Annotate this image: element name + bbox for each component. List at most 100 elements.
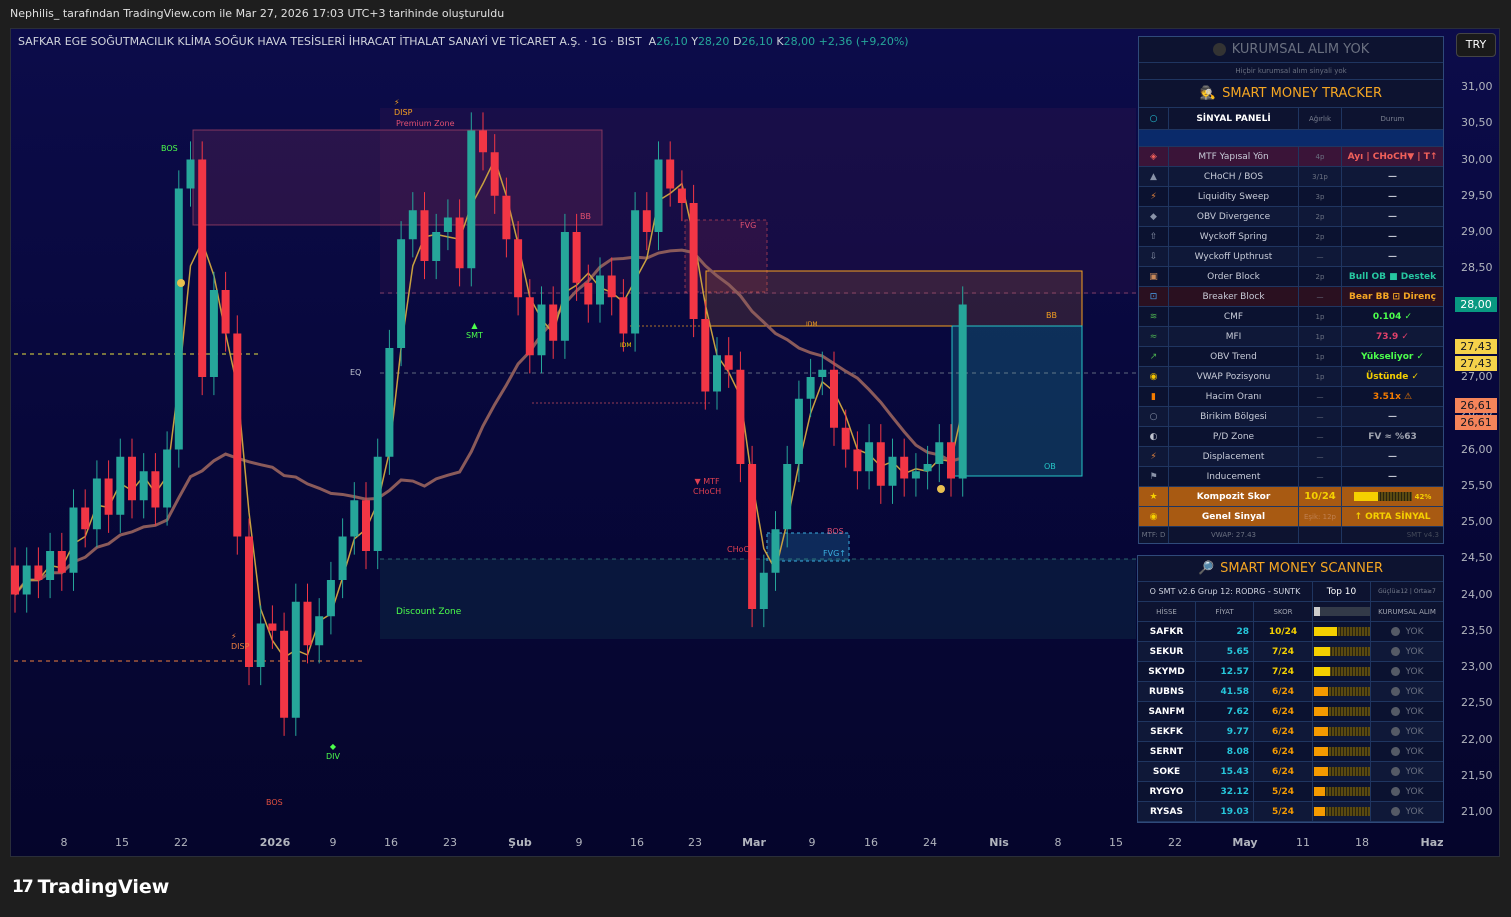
signal-row: ⚡ Liquidity Sweep 3p — [1139,187,1443,207]
candle [69,507,78,573]
score: 7/24 [1254,642,1313,661]
ticker[interactable]: SEKFK [1138,722,1196,741]
scanner-row[interactable]: SERNT 8.08 6/24 YOK [1138,742,1443,762]
scanner-row[interactable]: RUBNS 41.58 6/24 YOK [1138,682,1443,702]
signal-row: ⊡ Breaker Block — Bear BB ⊡ Direnç [1139,287,1443,307]
scanner-top: Top 10 [1313,582,1371,601]
vwap-badge: 27,43 [1455,356,1497,371]
signal-status: — [1388,211,1397,222]
time-tick: 9 [575,836,583,849]
ticker[interactable]: SEKUR [1138,642,1196,661]
ticker[interactable]: SOKE [1138,762,1196,781]
score-bar [1313,787,1370,796]
ticker[interactable]: RYSAS [1138,802,1196,821]
candle [490,152,499,196]
signal-icon: ⇩ [1139,247,1169,266]
signal-weight: 3/1p [1299,167,1342,186]
candle [642,210,651,232]
candle [771,529,780,573]
bb-label: BB [1046,311,1057,320]
price-tick: 23,00 [1461,660,1493,673]
status-dot-icon [1390,667,1400,676]
price-tick: 26,00 [1461,442,1493,456]
signal-name: Displacement [1169,447,1299,466]
institutional-buy: YOK [1405,746,1424,757]
scanner-row[interactable]: SOKE 15.43 6/24 YOK [1138,762,1443,782]
candle [923,464,932,472]
signal-row: ◆ OBV Divergence 2p — [1139,207,1443,227]
candle [455,217,464,269]
breaker-block-zone [705,270,1083,327]
signal-status: — [1388,251,1397,262]
col-header: Durum [1380,114,1405,123]
candle [163,449,172,508]
signal-name: Inducement [1169,467,1299,486]
scanner-row[interactable]: SAFKR 28 10/24 YOK [1138,622,1443,642]
signal-name: Birikim Bölgesi [1169,407,1299,426]
time-tick: 22 [174,836,188,849]
institutional-buy: YOK [1405,806,1424,817]
bos-label: BOS [827,527,844,536]
signal-weight: 1p [1299,347,1342,366]
price: 7.62 [1196,702,1254,721]
score: 5/24 [1254,802,1313,821]
scanner-row[interactable]: SANFM 7.62 6/24 YOK [1138,702,1443,722]
signal-status: — [1388,191,1397,202]
scanner-row[interactable]: SEKFK 9.77 6/24 YOK [1138,722,1443,742]
fvg-label: FVG [740,221,757,230]
scanner-row[interactable]: SKYMD 12.57 7/24 YOK [1138,662,1443,682]
div-label: ◆ DIV [326,742,340,761]
currency-button[interactable]: TRY [1456,33,1496,57]
symbol-name[interactable]: SAFKAR EGE SOĞUTMACILIK KLİMA SOĞUK HAVA… [18,35,642,48]
signal-status: Ayı | CHoCH▼ | T↑ [1347,151,1438,162]
ticker[interactable]: SKYMD [1138,662,1196,681]
col-header: HİSSE [1138,602,1196,621]
col-header: Ağırlık [1299,108,1342,129]
candle [186,159,195,189]
disp-label: ⚡ DISP [394,98,413,117]
candle [221,290,230,334]
scanner-row[interactable]: SEKUR 5.65 7/24 YOK [1138,642,1443,662]
smt-label: ▲ SMT [466,321,483,340]
price: 19.03 [1196,802,1254,821]
signal-icon: ▮ [1139,387,1169,406]
candle [935,442,944,464]
ticker[interactable]: SERNT [1138,742,1196,761]
ticker[interactable]: SANFM [1138,702,1196,721]
price-tick: 24,00 [1461,587,1493,601]
choch-label: CHoCH [727,545,756,554]
candle [619,297,628,334]
signal-icon: ○ [1139,407,1169,426]
candle [947,442,955,479]
signal-icon: ▲ [1139,167,1169,186]
signal-status: 73.9 ✓ [1376,331,1409,342]
tradingview-logo[interactable]: 17 TradingView [12,876,169,898]
candle [806,377,815,399]
institutional-status-sub: Hiçbir kurumsal alım sinyali yok [1139,63,1443,80]
scanner-row[interactable]: RYGYO 32.12 5/24 YOK [1138,782,1443,802]
signal-icon: ↗ [1139,347,1169,366]
candle [198,159,207,377]
status-dot-icon [1212,43,1226,56]
candle [315,616,324,646]
price-tick: 29,50 [1461,188,1493,202]
ticker[interactable]: RUBNS [1138,682,1196,701]
scanner-row[interactable]: RYSAS 19.03 5/24 YOK [1138,802,1443,822]
candle [853,449,862,472]
ticker[interactable]: SAFKR [1138,622,1196,641]
price-tick: 27,00 [1461,370,1493,383]
candle [736,369,745,464]
general-signal-value: ↑ ORTA SİNYAL [1354,511,1431,522]
signal-status: Yükseliyor ✓ [1360,351,1425,362]
candle [303,601,312,646]
version-footer: SMT v4.3 [1406,531,1439,539]
candle [22,565,31,595]
brand-name: TradingView [37,876,170,898]
order-block-zone [951,325,1083,477]
signal-row: ⇩ Wyckoff Upthrust — — [1139,247,1443,267]
ticker[interactable]: RYGYO [1138,782,1196,801]
composite-label: Kompozit Skor [1169,487,1299,506]
disp-label: ⚡ DISP [231,632,250,651]
status-dot-icon [1390,807,1400,816]
time-tick: 18 [1355,836,1369,849]
